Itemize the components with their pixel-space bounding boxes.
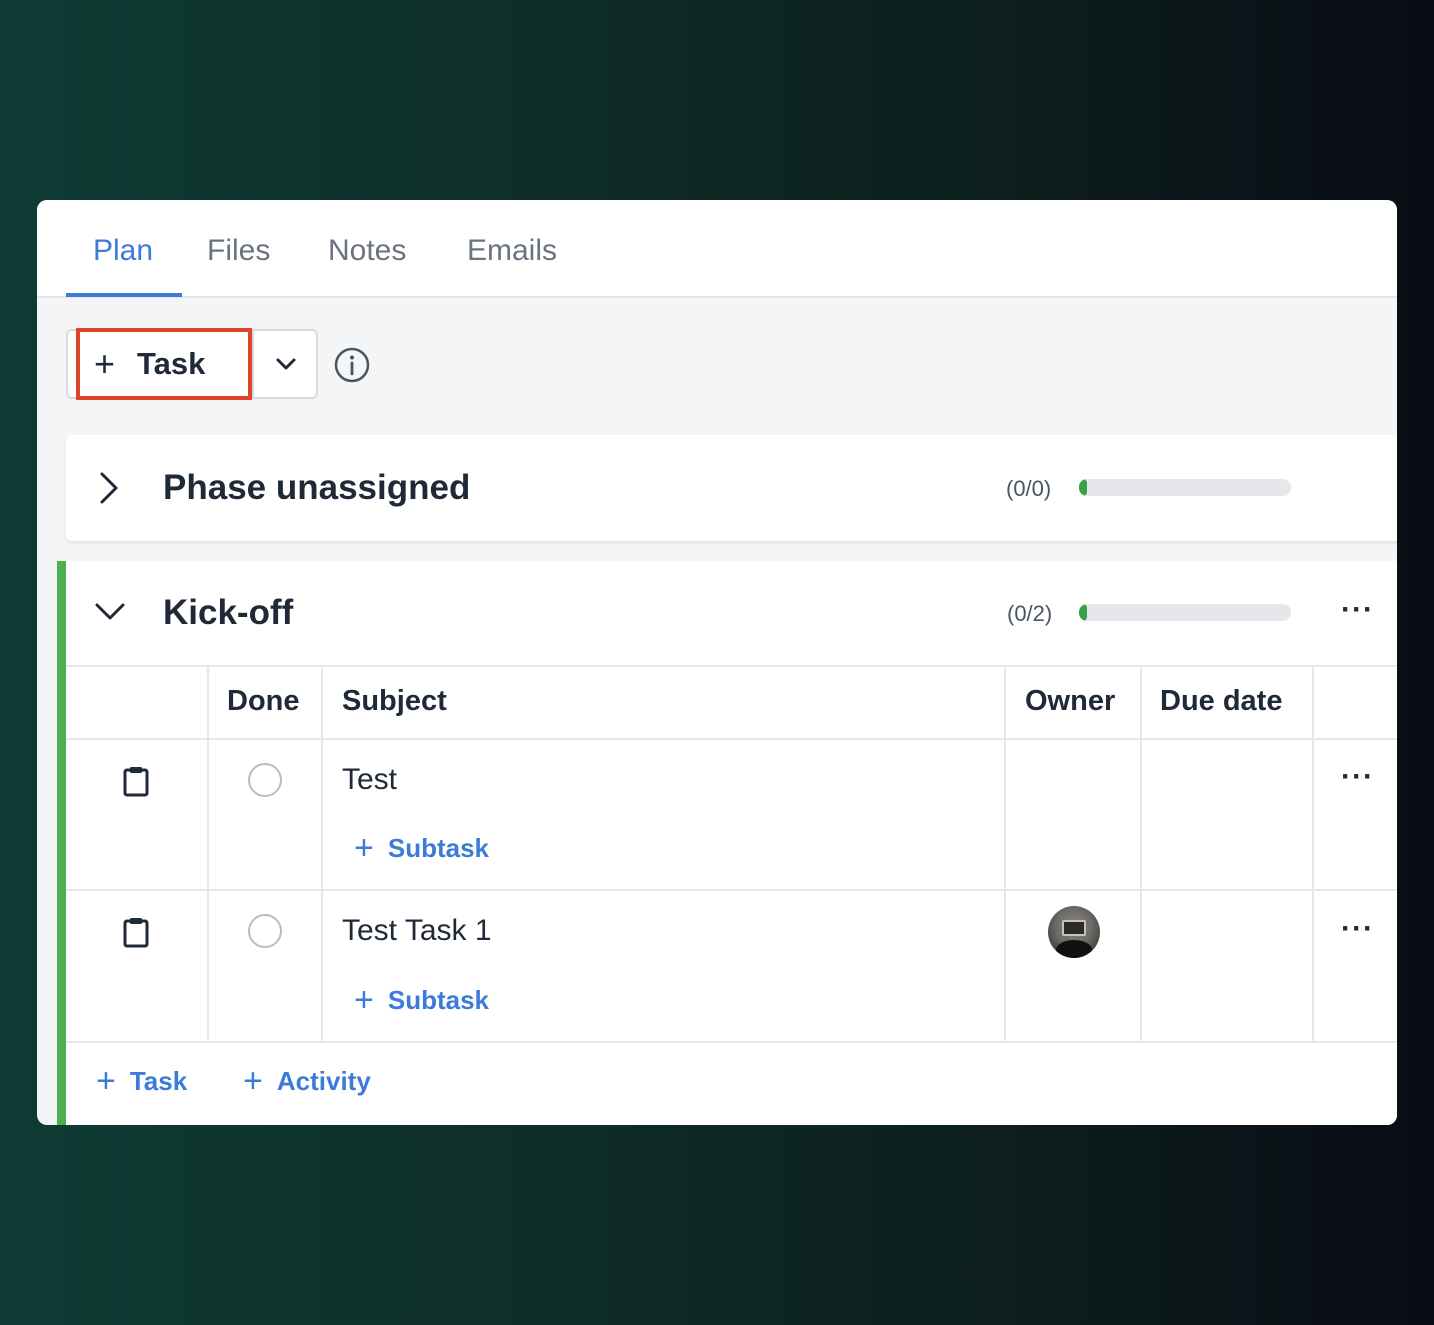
add-task-label: Task xyxy=(137,346,206,381)
table-divider xyxy=(66,738,1397,740)
phase-task-count: (0/2) xyxy=(1007,601,1053,626)
chevron-down-icon[interactable] xyxy=(94,601,126,623)
phase-progress-fill xyxy=(1079,604,1087,621)
chevron-right-icon[interactable] xyxy=(98,471,120,505)
phase-progress-fill xyxy=(1079,479,1087,496)
add-task-link-label: Task xyxy=(129,1065,188,1096)
add-task-dropdown-button[interactable] xyxy=(252,331,318,397)
table-divider xyxy=(1140,665,1142,1041)
add-task-link[interactable]: + Task xyxy=(96,1064,187,1098)
task-more-menu-button[interactable]: ··· xyxy=(1341,914,1374,944)
tab-bar: Plan Files Notes Emails xyxy=(37,200,1397,298)
task-more-menu-button[interactable]: ··· xyxy=(1341,762,1374,792)
add-subtask-label: Subtask xyxy=(387,832,490,863)
add-task-split-button: + Task xyxy=(66,328,318,400)
plus-icon: + xyxy=(243,1062,263,1100)
phase-more-menu-button[interactable]: ··· xyxy=(1341,595,1374,625)
add-activity-link[interactable]: + Activity xyxy=(243,1064,371,1098)
active-tab-indicator xyxy=(66,293,182,297)
tab-notes[interactable]: Notes xyxy=(328,234,406,268)
table-divider xyxy=(66,889,1397,891)
add-task-button[interactable]: + Task xyxy=(76,328,252,400)
table-divider xyxy=(66,665,1397,667)
owner-avatar[interactable] xyxy=(1048,906,1100,958)
tab-emails[interactable]: Emails xyxy=(467,234,557,268)
table-divider xyxy=(207,665,209,1041)
add-subtask-button[interactable]: + Subtask xyxy=(354,983,489,1017)
phase-progress-bar xyxy=(1079,604,1291,621)
add-subtask-label: Subtask xyxy=(387,984,490,1015)
phase-title[interactable]: Kick-off xyxy=(163,593,293,633)
task-subject[interactable]: Test Task 1 xyxy=(342,914,492,948)
phase-progress-bar xyxy=(1079,479,1291,496)
table-divider xyxy=(1312,665,1314,1041)
add-subtask-button[interactable]: + Subtask xyxy=(354,831,489,865)
column-header-done[interactable]: Done xyxy=(227,685,300,718)
plus-icon: + xyxy=(354,981,374,1019)
column-header-due-date[interactable]: Due date xyxy=(1160,685,1282,718)
phase-kick-off: Kick-off (0/2) ··· Done Subject Owner Du… xyxy=(57,561,1397,1125)
info-icon[interactable] xyxy=(334,347,370,383)
table-divider xyxy=(66,1041,1397,1043)
phase-unassigned: Phase unassigned (0/0) xyxy=(66,435,1397,541)
table-divider xyxy=(1004,665,1006,1041)
project-plan-panel: Plan Files Notes Emails + Task Phase una… xyxy=(37,200,1397,1125)
tab-plan[interactable]: Plan xyxy=(93,234,153,268)
plus-icon: + xyxy=(96,1062,116,1100)
done-checkbox[interactable] xyxy=(248,763,282,797)
task-subject[interactable]: Test xyxy=(342,763,397,797)
phase-title[interactable]: Phase unassigned xyxy=(163,468,470,508)
tab-files[interactable]: Files xyxy=(207,234,270,268)
column-header-subject[interactable]: Subject xyxy=(342,685,447,718)
clipboard-icon[interactable] xyxy=(122,916,150,948)
phase-task-count: (0/0) xyxy=(1006,476,1052,501)
table-divider xyxy=(321,665,323,1041)
done-checkbox[interactable] xyxy=(248,914,282,948)
clipboard-icon[interactable] xyxy=(122,765,150,797)
column-header-owner[interactable]: Owner xyxy=(1025,685,1115,718)
plus-icon: + xyxy=(354,829,374,867)
plus-icon: + xyxy=(94,343,116,384)
add-activity-link-label: Activity xyxy=(276,1065,371,1096)
chevron-down-icon xyxy=(276,358,296,370)
